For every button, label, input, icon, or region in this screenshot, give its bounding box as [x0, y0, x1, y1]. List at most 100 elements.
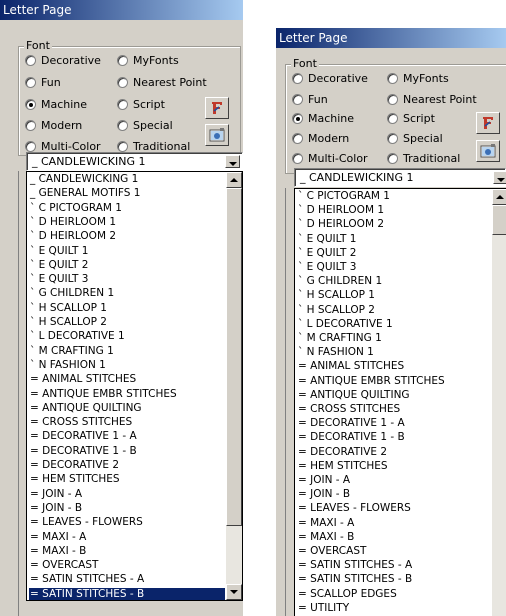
list-item[interactable]: ` D HEIRLOOM 1 [297, 204, 491, 217]
radio-circle[interactable] [292, 73, 303, 84]
list-item[interactable]: = DECORATIVE 2 [297, 446, 491, 459]
radio-circle[interactable] [387, 133, 398, 144]
scroll-up-arrow-icon[interactable] [492, 189, 506, 205]
list-item[interactable]: = JOIN - A [297, 474, 491, 487]
right-radio-special[interactable]: Special [387, 132, 443, 145]
list-item[interactable]: = ANTIQUE EMBR STITCHES [297, 375, 491, 388]
right-radio-myfonts[interactable]: MyFonts [387, 72, 449, 85]
radio-circle[interactable] [292, 133, 303, 144]
right-radio-modern[interactable]: Modern [292, 132, 349, 145]
right-radio-nearest-point[interactable]: Nearest Point [387, 93, 477, 106]
left-radio-script[interactable]: Script [117, 98, 165, 111]
left-list-scrollbar[interactable] [226, 172, 242, 600]
list-item[interactable]: = SATIN STITCHES - A [297, 559, 491, 572]
right-font-dropdown[interactable]: _ CANDLEWICKING 1 [294, 168, 506, 187]
left-radio-modern[interactable]: Modern [25, 119, 82, 132]
list-item[interactable]: = CROSS STITCHES [297, 403, 491, 416]
left-radio-special[interactable]: Special [117, 119, 173, 132]
left-radio-myfonts[interactable]: MyFonts [117, 54, 179, 67]
left-font-icon-button[interactable] [205, 97, 229, 119]
list-item[interactable]: = JOIN - B [29, 502, 225, 515]
list-item[interactable]: = DECORATIVE 1 - A [297, 417, 491, 430]
list-item[interactable]: ` H SCALLOP 2 [29, 316, 225, 329]
right-font-icon-button[interactable] [476, 112, 500, 134]
right-radio-script[interactable]: Script [387, 112, 435, 125]
left-radio-nearest-point[interactable]: Nearest Point [117, 76, 207, 89]
list-item[interactable]: ` D HEIRLOOM 2 [297, 218, 491, 231]
list-item[interactable]: ` N FASHION 1 [297, 346, 491, 359]
list-item[interactable]: ` E QUILT 3 [29, 273, 225, 286]
left-font-dropdown[interactable]: _ CANDLEWICKING 1 [26, 152, 243, 171]
left-radio-decorative[interactable]: Decorative [25, 54, 101, 67]
radio-circle[interactable] [387, 113, 398, 124]
list-item[interactable]: ` H SCALLOP 1 [29, 302, 225, 315]
radio-circle-selected[interactable] [292, 113, 303, 124]
left-radio-machine[interactable]: Machine [25, 98, 87, 111]
list-item[interactable]: = OVERCAST [29, 559, 225, 572]
list-item[interactable]: = LEAVES - FLOWERS [297, 502, 491, 515]
list-item[interactable]: ` M CRAFTING 1 [29, 345, 225, 358]
list-item[interactable]: _ CANDLEWICKING 1 [29, 173, 225, 186]
list-item[interactable]: ` D HEIRLOOM 1 [29, 216, 225, 229]
list-item[interactable]: = SATIN STITCHES - B [297, 573, 491, 586]
list-item[interactable]: ` E QUILT 1 [297, 233, 491, 246]
list-item[interactable]: _ GENERAL MOTIFS 1 [29, 187, 225, 200]
left-font-list[interactable]: _ CANDLEWICKING 1 _ GENERAL MOTIFS 1 ` C P… [26, 171, 243, 601]
radio-circle[interactable] [292, 94, 303, 105]
left-image-icon-button[interactable] [205, 124, 229, 146]
list-item[interactable]: = OVERCAST [297, 545, 491, 558]
radio-circle[interactable] [117, 99, 128, 110]
scroll-down-arrow-icon[interactable] [226, 584, 242, 600]
left-scroll-thumb[interactable] [226, 188, 242, 526]
radio-circle[interactable] [25, 141, 36, 152]
list-item[interactable]: = HEM STITCHES [29, 473, 225, 486]
list-item[interactable]: = UTILITY [297, 602, 491, 615]
list-item[interactable]: ` L DECORATIVE 1 [29, 330, 225, 343]
list-item[interactable]: = ANTIQUE QUILTING [297, 389, 491, 402]
list-item[interactable]: ` C PICTOGRAM 1 [29, 202, 225, 215]
list-item[interactable]: ` C PICTOGRAM 1 [297, 190, 491, 203]
list-item[interactable]: ` H SCALLOP 2 [297, 304, 491, 317]
left-radio-fun[interactable]: Fun [25, 76, 61, 89]
list-item[interactable]: ` M CRAFTING 1 [297, 332, 491, 345]
list-item[interactable]: ` H SCALLOP 1 [297, 289, 491, 302]
list-item[interactable]: = MAXI - A [29, 531, 225, 544]
list-item[interactable]: ` E QUILT 3 [297, 261, 491, 274]
list-item[interactable]: ` D HEIRLOOM 2 [29, 230, 225, 243]
list-item[interactable]: = ANTIQUE QUILTING [29, 402, 225, 415]
radio-circle[interactable] [387, 94, 398, 105]
radio-circle[interactable] [292, 153, 303, 164]
radio-circle[interactable] [117, 120, 128, 131]
right-list-scrollbar[interactable] [492, 189, 506, 616]
radio-circle[interactable] [117, 77, 128, 88]
right-radio-fun[interactable]: Fun [292, 93, 328, 106]
list-item[interactable]: = DECORATIVE 1 - B [297, 431, 491, 444]
list-item[interactable]: = ANTIQUE EMBR STITCHES [29, 388, 225, 401]
list-item[interactable]: = LEAVES - FLOWERS [29, 516, 225, 529]
list-item[interactable]: = MAXI - A [297, 517, 491, 530]
list-item[interactable]: ` E QUILT 2 [297, 247, 491, 260]
radio-circle-selected[interactable] [25, 99, 36, 110]
right-scroll-thumb[interactable] [492, 205, 506, 235]
list-item[interactable]: = SCALLOP EDGES [297, 588, 491, 601]
list-item[interactable]: ` E QUILT 2 [29, 259, 225, 272]
radio-circle[interactable] [387, 153, 398, 164]
list-item[interactable]: = CROSS STITCHES [29, 416, 225, 429]
list-item[interactable]: ` G CHILDREN 1 [29, 287, 225, 300]
list-item[interactable]: = DECORATIVE 2 [29, 459, 225, 472]
right-radio-traditional[interactable]: Traditional [387, 152, 460, 165]
list-item[interactable]: = DECORATIVE 1 - A [29, 430, 225, 443]
scroll-up-arrow-icon[interactable] [226, 172, 242, 188]
right-dropdown-arrow-button[interactable] [493, 171, 506, 184]
list-item[interactable]: ` L DECORATIVE 1 [297, 318, 491, 331]
right-radio-decorative[interactable]: Decorative [292, 72, 368, 85]
list-item[interactable]: ` N FASHION 1 [29, 359, 225, 372]
radio-circle[interactable] [25, 55, 36, 66]
list-item[interactable]: = DECORATIVE 1 - B [29, 445, 225, 458]
list-item[interactable]: = JOIN - B [297, 488, 491, 501]
list-item-selected[interactable]: = SATIN STITCHES - B [29, 587, 225, 600]
right-radio-multi-color[interactable]: Multi-Color [292, 152, 368, 165]
list-item[interactable]: = MAXI - B [297, 531, 491, 544]
radio-circle[interactable] [117, 55, 128, 66]
list-item[interactable]: = JOIN - A [29, 488, 225, 501]
